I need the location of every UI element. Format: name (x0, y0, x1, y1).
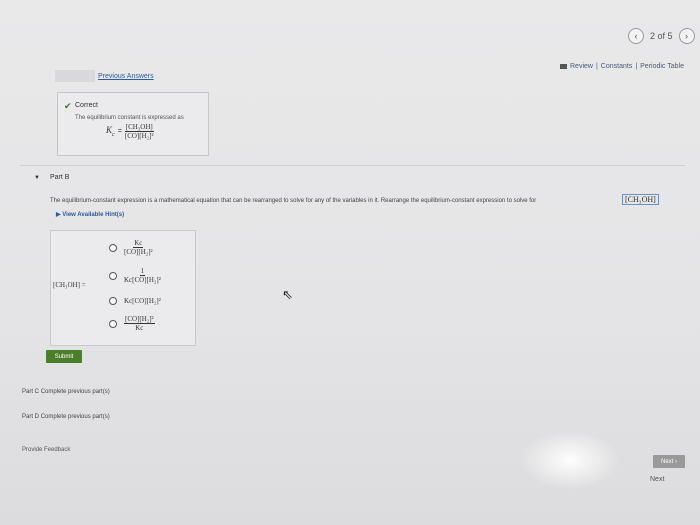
caret-down-icon: ▼ (34, 174, 40, 181)
screen-glare (520, 430, 620, 490)
separator: | (595, 63, 598, 70)
part-d-label: Part D (22, 414, 40, 420)
chevron-left-icon: ‹ (634, 31, 638, 41)
separator: | (635, 63, 638, 70)
option-3[interactable]: Kc[CO][H₂]² (109, 297, 161, 305)
provide-feedback-link[interactable]: Provide Feedback (22, 447, 70, 453)
periodic-table-link[interactable]: Periodic Table (640, 63, 684, 70)
radio-button[interactable] (109, 297, 117, 305)
option-1[interactable]: Kc [CO][H₂]² (109, 239, 153, 256)
answer-lhs: [CH₃OH] = (53, 281, 86, 289)
part-b-header[interactable]: ▼ Part B (34, 174, 69, 181)
constants-link[interactable]: Constants (601, 63, 633, 70)
part-c-label: Part C (22, 389, 40, 395)
kc-fraction: [CH₃OH] [CO][H₂]² (124, 123, 154, 140)
answer-options-box: [CH₃OH] = Kc [CO][H₂]² 1 Kc[CO][H₂]² Kc[… (50, 230, 196, 346)
resource-links: Review | Constants | Periodic Table (560, 63, 684, 70)
option-4-fraction: [CO][H₂]² Kc (124, 315, 155, 332)
correct-description: The equilibrium constant is expressed as (75, 115, 184, 121)
chevron-right-icon: › (685, 31, 689, 41)
previous-answers-link[interactable]: Previous Answers (98, 73, 154, 80)
option-1-numerator: Kc (133, 239, 144, 248)
next-item-button[interactable]: › (678, 28, 695, 44)
equals-sign: = (117, 128, 122, 135)
mouse-cursor-icon: ⇖ (282, 287, 293, 302)
prev-item-button[interactable]: ‹ (628, 28, 644, 44)
part-d-status: Complete previous part(s) (40, 414, 110, 420)
option-1-fraction: Kc [CO][H₂]² (124, 239, 153, 256)
target-expression: [CH₃OH] (622, 194, 659, 205)
submit-button[interactable]: Submit (46, 350, 82, 363)
option-2[interactable]: 1 Kc[CO][H₂]² (109, 267, 161, 284)
option-4[interactable]: [CO][H₂]² Kc (109, 315, 155, 332)
divider (20, 165, 685, 166)
next-link[interactable]: Next (650, 476, 664, 483)
kc-expression: Kc = [CH₃OH] [CO][H₂]² (106, 123, 154, 140)
option-2-numerator: 1 (139, 267, 146, 276)
part-b-label: Part B (49, 174, 70, 181)
part-c-status: Complete previous part(s) (40, 389, 110, 395)
checkmark-icon: ✔ (64, 101, 72, 111)
option-4-denominator: Kc (135, 324, 144, 332)
hints-label: View Available Hint(s) (62, 212, 125, 218)
radio-button[interactable] (109, 271, 117, 280)
pager: ‹ 2 of 5 › (628, 28, 695, 44)
pager-text: 2 of 5 (650, 31, 673, 41)
option-1-denominator: [CO][H₂]² (124, 248, 153, 256)
kc-symbol: Kc (106, 125, 115, 138)
part-c-row[interactable]: Part C Complete previous part(s) (22, 389, 110, 395)
view-hints-link[interactable]: ▶ View Available Hint(s) (56, 211, 124, 218)
correct-label: Correct (75, 102, 98, 109)
review-link[interactable]: Review (570, 63, 593, 70)
correct-feedback-box: ✔ Correct The equilibrium constant is ex… (57, 92, 209, 156)
option-3-text: Kc[CO][H₂]² (124, 297, 161, 305)
kc-numerator: [CH₃OH] (124, 123, 154, 132)
next-button[interactable]: Next › (653, 455, 685, 468)
previous-answers-tab (55, 70, 95, 82)
radio-button[interactable] (109, 243, 117, 252)
option-2-denominator: Kc[CO][H₂]² (124, 276, 161, 284)
kc-denominator: [CO][H₂]² (124, 132, 154, 140)
part-b-instruction: The equilibrium-constant expression is a… (50, 198, 537, 204)
option-2-fraction: 1 Kc[CO][H₂]² (124, 267, 161, 284)
radio-button[interactable] (109, 319, 117, 328)
part-d-row[interactable]: Part D Complete previous part(s) (22, 414, 110, 420)
review-icon (560, 64, 567, 69)
option-4-numerator: [CO][H₂]² (124, 315, 155, 324)
